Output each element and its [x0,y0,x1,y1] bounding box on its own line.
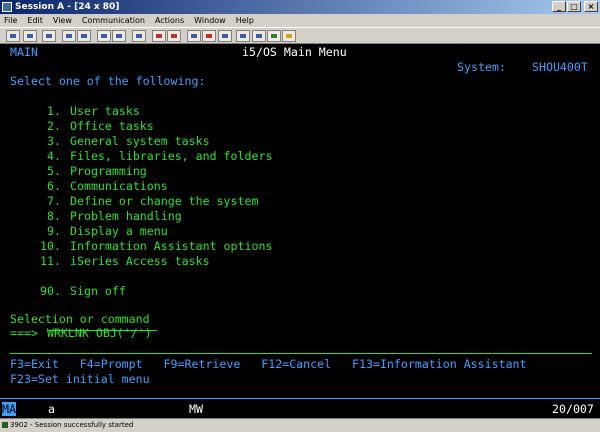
option-number: 10. [40,239,61,253]
option-number: 5. [47,164,61,178]
toolbar [0,27,600,44]
minimize-button[interactable]: _ [552,1,566,12]
command-input[interactable]: WRKLNK OBJ('/') [47,326,152,340]
oia-divider [0,398,600,399]
cursor-position: 20/007 [552,402,594,416]
paste-icon[interactable] [42,30,56,42]
send-icon[interactable] [62,30,76,42]
option-number: 8. [47,209,61,223]
macro-icon[interactable] [202,30,216,42]
connection-status-icon [2,422,8,428]
option-general-system-tasks[interactable]: General system tasks [70,134,210,148]
key-icon[interactable] [252,30,266,42]
window-title: Session A - [24 x 80] [15,2,120,12]
option-sign-off[interactable]: Sign off [70,284,126,298]
option-iseries-access[interactable]: iSeries Access tasks [70,254,210,268]
option-define-change-system[interactable]: Define or change the system [70,194,258,208]
option-display-menu[interactable]: Display a menu [70,224,168,238]
option-number: 7. [47,194,61,208]
option-number: 6. [47,179,61,193]
menu-file[interactable]: File [0,14,22,27]
option-number: 2. [47,119,61,133]
record-icon[interactable] [112,30,126,42]
play-icon[interactable] [152,30,166,42]
menu-actions[interactable]: Actions [150,14,189,27]
stop-icon[interactable] [132,30,146,42]
settings-icon[interactable] [282,30,296,42]
function-keys-row2[interactable]: F23=Set initial menu [10,372,150,386]
help-icon[interactable] [236,30,250,42]
instruction-text: Select one of the following: [10,74,206,88]
option-files-libraries-folders[interactable]: Files, libraries, and folders [70,149,272,163]
command-arrow: ===> [10,326,38,340]
clipboard-icon[interactable] [167,30,181,42]
option-number: 90. [40,284,61,298]
menu-id: MAIN [10,45,38,59]
restore-button[interactable]: □ [567,1,581,12]
status-bar: 3902 - Session successfully started [0,418,600,432]
option-communications[interactable]: Communications [70,179,168,193]
print-screen-icon[interactable] [6,30,20,42]
menu-edit[interactable]: Edit [22,14,48,27]
copy-icon[interactable] [23,30,37,42]
title-bar[interactable]: Session A - [24 x 80] _ □ × [0,0,600,14]
close-button[interactable]: × [584,1,598,12]
option-number: 11. [40,254,61,268]
menu-view[interactable]: View [48,14,77,27]
function-keys-row1[interactable]: F3=Exit F4=Prompt F9=Retrieve F12=Cancel… [10,357,527,371]
command-field-underline [47,330,157,331]
status-message: 3902 - Session successfully started [10,421,134,429]
oia-mw: MW [189,402,203,416]
menu-bar: File Edit View Communication Actions Win… [0,14,600,27]
terminal-screen[interactable]: MAIN i5/OS Main Menu System: SHOU400T Se… [0,44,600,418]
oia-mode: a [48,402,55,416]
menu-help[interactable]: Help [231,14,259,27]
selection-prompt: Selection or command [10,312,150,326]
receive-icon[interactable] [77,30,91,42]
option-information-assistant[interactable]: Information Assistant options [70,239,272,253]
option-number: 9. [47,224,61,238]
display-icon[interactable] [97,30,111,42]
option-programming[interactable]: Programming [70,164,147,178]
keypad-icon[interactable] [187,30,201,42]
option-user-tasks[interactable]: User tasks [70,104,140,118]
oia-session-indicator: MA [2,402,16,416]
window-controls: _ □ × [552,1,598,12]
session-icon[interactable] [2,2,12,12]
option-number: 4. [47,149,61,163]
map-icon[interactable] [218,30,232,42]
option-office-tasks[interactable]: Office tasks [70,119,154,133]
option-problem-handling[interactable]: Problem handling [70,209,182,223]
system-name: SHOU400T [532,60,588,74]
menu-communication[interactable]: Communication [77,14,150,27]
divider [10,353,592,354]
option-number: 3. [47,134,61,148]
system-label: System: [457,60,506,74]
option-number: 1. [47,104,61,118]
menu-window[interactable]: Window [189,14,231,27]
globe-icon[interactable] [267,30,281,42]
screen-title: i5/OS Main Menu [242,45,347,59]
